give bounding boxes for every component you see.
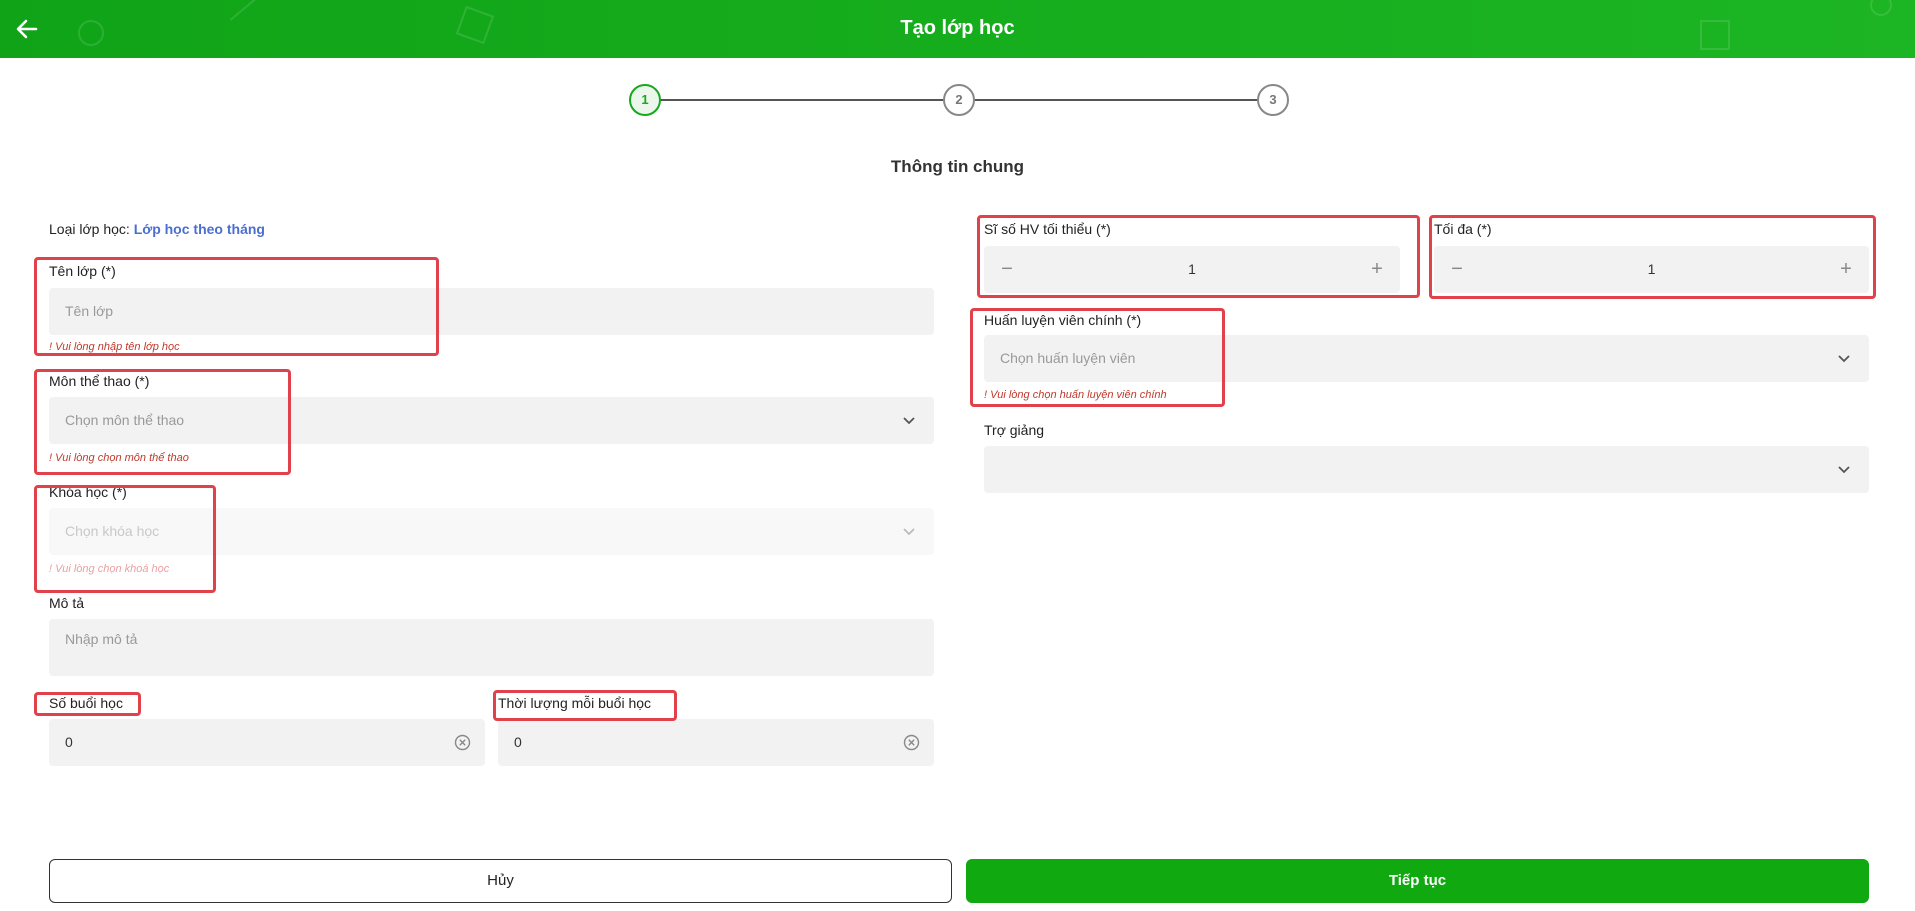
sessions-input[interactable]: 0 [49,719,485,766]
sport-label: Môn thể thao (*) [49,373,150,389]
min-students-stepper[interactable]: − 1 + [984,246,1400,293]
clear-circle-icon[interactable] [903,734,920,751]
class-type-label: Loại lớp học: [49,221,130,237]
head-coach-error: ! Vui lòng chọn huấn luyện viên chính [984,389,1167,401]
sport-select[interactable]: Chọn môn thể thao [49,397,934,444]
head-coach-placeholder: Chọn huấn luyện viên [1000,350,1136,366]
course-placeholder: Chọn khóa học [65,523,160,539]
clear-circle-icon[interactable] [454,734,471,751]
step-3: 3 [1257,84,1289,116]
head-coach-label: Huấn luyện viên chính (*) [984,312,1142,328]
description-textarea[interactable]: Nhập mô tả [49,619,934,676]
page-title: Tạo lớp học [900,17,1015,39]
sport-error: ! Vui lòng chọn môn thể thao [49,452,189,464]
max-students-value: 1 [1647,261,1656,277]
max-students-label: Tối đa (*) [1434,221,1492,237]
step-2: 2 [943,84,975,116]
plus-icon[interactable]: + [1366,258,1388,280]
section-title: Thông tin chung [890,157,1025,176]
step-1: 1 [629,84,661,116]
duration-label: Thời lượng mỗi buổi học [498,695,652,711]
app-header: Tạo lớp học [0,0,1915,58]
duration-value: 0 [514,734,522,750]
class-name-input[interactable]: Tên lớp [49,288,934,335]
assistant-select[interactable] [984,446,1869,493]
step-connector [974,99,1259,101]
chevron-down-icon [1838,466,1850,474]
class-name-placeholder: Tên lớp [65,303,114,319]
sessions-label: Số buổi học [49,695,123,711]
course-label: Khóa học (*) [49,484,127,500]
course-select[interactable]: Chọn khóa học [49,508,934,555]
sessions-value: 0 [65,734,73,750]
sport-placeholder: Chọn môn thể thao [65,412,185,428]
header-decoration [1870,0,1892,16]
description-label: Mô tả [49,595,85,611]
plus-icon[interactable]: + [1835,258,1857,280]
cancel-button[interactable]: Hủy [49,859,952,903]
assistant-label: Trợ giảng [984,422,1045,438]
progress-stepper: 1 2 3 [0,84,1915,116]
class-name-error: ! Vui lòng nhập tên lớp học [49,341,180,353]
description-placeholder: Nhập mô tả [65,631,138,647]
min-students-value: 1 [1188,261,1196,277]
class-type-row: Loại lớp học: Lớp học theo tháng [49,221,265,237]
continue-button[interactable]: Tiếp tục [966,859,1869,903]
step-connector [659,99,944,101]
class-type-value: Lớp học theo tháng [133,221,265,237]
min-students-label: Sĩ số HV tối thiểu (*) [984,221,1111,237]
course-error: ! Vui lòng chọn khoá học [49,563,170,575]
class-name-label: Tên lớp (*) [49,263,116,279]
chevron-down-icon [1838,355,1850,363]
chevron-down-icon [903,528,915,536]
head-coach-select[interactable]: Chọn huấn luyện viên [984,335,1869,382]
chevron-down-icon [903,417,915,425]
max-students-stepper[interactable]: − 1 + [1434,246,1869,293]
duration-input[interactable]: 0 [498,719,934,766]
